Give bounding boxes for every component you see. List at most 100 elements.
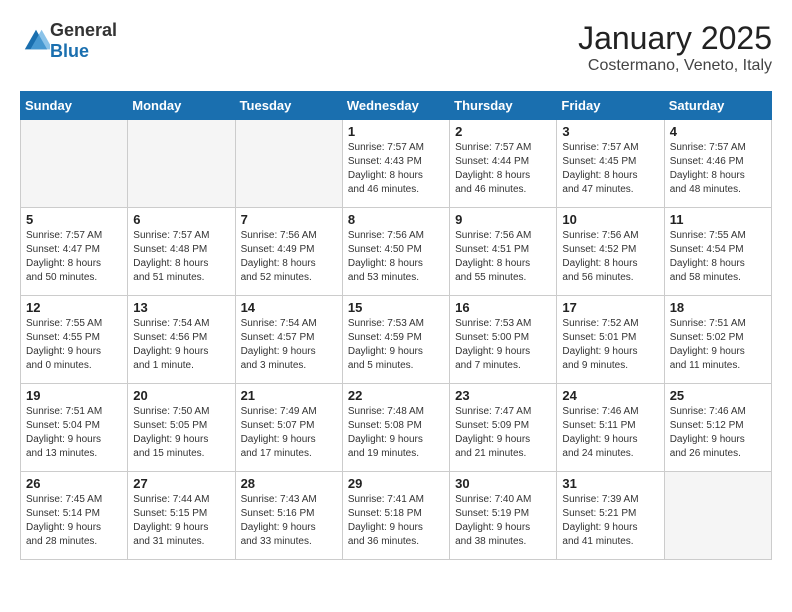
calendar-cell: 1 Sunrise: 7:57 AM Sunset: 4:43 PM Daylig… (342, 120, 449, 208)
day-info: Sunrise: 7:57 AM Sunset: 4:47 PM Dayligh… (26, 229, 122, 285)
logo-general: General (50, 20, 117, 40)
day-number: 1 (348, 124, 444, 139)
day-number: 4 (670, 124, 766, 139)
day-info: Sunrise: 7:55 AM Sunset: 4:55 PM Dayligh… (26, 317, 122, 373)
location-title: Costermano, Veneto, Italy (578, 57, 772, 75)
day-number: 5 (26, 212, 122, 227)
day-info: Sunrise: 7:50 AM Sunset: 5:05 PM Dayligh… (133, 405, 229, 461)
day-number: 13 (133, 300, 229, 315)
day-info: Sunrise: 7:55 AM Sunset: 4:54 PM Dayligh… (670, 229, 766, 285)
day-number: 6 (133, 212, 229, 227)
calendar-week-1: 5 Sunrise: 7:57 AM Sunset: 4:47 PM Daylig… (21, 208, 772, 296)
day-number: 30 (455, 476, 551, 491)
calendar-cell: 17Sunrise: 7:52 AM Sunset: 5:01 PM Dayli… (557, 296, 664, 384)
day-number: 3 (562, 124, 658, 139)
day-number: 20 (133, 388, 229, 403)
day-number: 14 (241, 300, 337, 315)
day-info: Sunrise: 7:48 AM Sunset: 5:08 PM Dayligh… (348, 405, 444, 461)
day-info: Sunrise: 7:40 AM Sunset: 5:19 PM Dayligh… (455, 493, 551, 549)
logo-blue: Blue (50, 41, 89, 61)
day-info: Sunrise: 7:43 AM Sunset: 5:16 PM Dayligh… (241, 493, 337, 549)
calendar-week-4: 26Sunrise: 7:45 AM Sunset: 5:14 PM Dayli… (21, 472, 772, 560)
title-block: January 2025 Costermano, Veneto, Italy (578, 20, 772, 75)
weekday-header-row: SundayMondayTuesdayWednesdayThursdayFrid… (21, 92, 772, 120)
day-number: 19 (26, 388, 122, 403)
weekday-header-thursday: Thursday (450, 92, 557, 120)
day-number: 12 (26, 300, 122, 315)
calendar-cell: 24 Sunrise: 7:46 AM Sunset: 5:11 PM Dayli… (557, 384, 664, 472)
day-info: Sunrise: 7:49 AM Sunset: 5:07 PM Dayligh… (241, 405, 337, 461)
weekday-header-saturday: Saturday (664, 92, 771, 120)
calendar-cell (128, 120, 235, 208)
calendar-week-2: 12 Sunrise: 7:55 AM Sunset: 4:55 PM Dayli… (21, 296, 772, 384)
day-number: 25 (670, 388, 766, 403)
day-number: 21 (241, 388, 337, 403)
calendar-cell (235, 120, 342, 208)
calendar-cell: 27 Sunrise: 7:44 AM Sunset: 5:15 PM Dayli… (128, 472, 235, 560)
calendar-week-0: 1 Sunrise: 7:57 AM Sunset: 4:43 PM Daylig… (21, 120, 772, 208)
weekday-header-sunday: Sunday (21, 92, 128, 120)
day-number: 27 (133, 476, 229, 491)
calendar-cell: 26Sunrise: 7:45 AM Sunset: 5:14 PM Dayli… (21, 472, 128, 560)
day-info: Sunrise: 7:53 AM Sunset: 5:00 PM Dayligh… (455, 317, 551, 373)
calendar-cell: 29Sunrise: 7:41 AM Sunset: 5:18 PM Dayli… (342, 472, 449, 560)
day-number: 15 (348, 300, 444, 315)
calendar-cell: 7Sunrise: 7:56 AM Sunset: 4:49 PM Daylig… (235, 208, 342, 296)
day-number: 31 (562, 476, 658, 491)
day-number: 23 (455, 388, 551, 403)
day-info: Sunrise: 7:46 AM Sunset: 5:12 PM Dayligh… (670, 405, 766, 461)
calendar-cell: 21 Sunrise: 7:49 AM Sunset: 5:07 PM Dayli… (235, 384, 342, 472)
day-number: 26 (26, 476, 122, 491)
calendar-cell: 18 Sunrise: 7:51 AM Sunset: 5:02 PM Dayli… (664, 296, 771, 384)
day-info: Sunrise: 7:57 AM Sunset: 4:48 PM Dayligh… (133, 229, 229, 285)
day-number: 9 (455, 212, 551, 227)
calendar-cell: 25 Sunrise: 7:46 AM Sunset: 5:12 PM Dayli… (664, 384, 771, 472)
day-info: Sunrise: 7:54 AM Sunset: 4:57 PM Dayligh… (241, 317, 337, 373)
day-info: Sunrise: 7:51 AM Sunset: 5:02 PM Dayligh… (670, 317, 766, 373)
calendar-cell: 14 Sunrise: 7:54 AM Sunset: 4:57 PM Dayli… (235, 296, 342, 384)
day-info: Sunrise: 7:56 AM Sunset: 4:50 PM Dayligh… (348, 229, 444, 285)
calendar-cell: 15 Sunrise: 7:53 AM Sunset: 4:59 PM Dayli… (342, 296, 449, 384)
day-number: 18 (670, 300, 766, 315)
calendar-cell: 13Sunrise: 7:54 AM Sunset: 4:56 PM Dayli… (128, 296, 235, 384)
calendar-cell: 9 Sunrise: 7:56 AM Sunset: 4:51 PM Daylig… (450, 208, 557, 296)
day-info: Sunrise: 7:57 AM Sunset: 4:43 PM Dayligh… (348, 141, 444, 197)
day-info: Sunrise: 7:46 AM Sunset: 5:11 PM Dayligh… (562, 405, 658, 461)
day-info: Sunrise: 7:53 AM Sunset: 4:59 PM Dayligh… (348, 317, 444, 373)
day-number: 10 (562, 212, 658, 227)
calendar-cell: 3Sunrise: 7:57 AM Sunset: 4:45 PM Daylig… (557, 120, 664, 208)
weekday-header-wednesday: Wednesday (342, 92, 449, 120)
day-info: Sunrise: 7:41 AM Sunset: 5:18 PM Dayligh… (348, 493, 444, 549)
calendar-cell: 31 Sunrise: 7:39 AM Sunset: 5:21 PM Dayli… (557, 472, 664, 560)
calendar-cell: 23 Sunrise: 7:47 AM Sunset: 5:09 PM Dayli… (450, 384, 557, 472)
month-title: January 2025 (578, 20, 772, 57)
day-number: 28 (241, 476, 337, 491)
day-info: Sunrise: 7:44 AM Sunset: 5:15 PM Dayligh… (133, 493, 229, 549)
calendar-cell: 8 Sunrise: 7:56 AM Sunset: 4:50 PM Daylig… (342, 208, 449, 296)
weekday-header-friday: Friday (557, 92, 664, 120)
calendar-cell: 4 Sunrise: 7:57 AM Sunset: 4:46 PM Daylig… (664, 120, 771, 208)
calendar-cell: 20 Sunrise: 7:50 AM Sunset: 5:05 PM Dayli… (128, 384, 235, 472)
calendar-cell: 28 Sunrise: 7:43 AM Sunset: 5:16 PM Dayli… (235, 472, 342, 560)
day-info: Sunrise: 7:56 AM Sunset: 4:52 PM Dayligh… (562, 229, 658, 285)
day-number: 24 (562, 388, 658, 403)
day-info: Sunrise: 7:57 AM Sunset: 4:44 PM Dayligh… (455, 141, 551, 197)
weekday-header-tuesday: Tuesday (235, 92, 342, 120)
day-number: 8 (348, 212, 444, 227)
calendar-cell: 2 Sunrise: 7:57 AM Sunset: 4:44 PM Daylig… (450, 120, 557, 208)
day-info: Sunrise: 7:56 AM Sunset: 4:51 PM Dayligh… (455, 229, 551, 285)
calendar-cell: 5 Sunrise: 7:57 AM Sunset: 4:47 PM Daylig… (21, 208, 128, 296)
page-header: General Blue January 2025 Costermano, Ve… (20, 20, 772, 75)
day-info: Sunrise: 7:39 AM Sunset: 5:21 PM Dayligh… (562, 493, 658, 549)
calendar-cell: 19Sunrise: 7:51 AM Sunset: 5:04 PM Dayli… (21, 384, 128, 472)
day-number: 17 (562, 300, 658, 315)
calendar-cell: 6 Sunrise: 7:57 AM Sunset: 4:48 PM Daylig… (128, 208, 235, 296)
day-info: Sunrise: 7:57 AM Sunset: 4:46 PM Dayligh… (670, 141, 766, 197)
day-number: 2 (455, 124, 551, 139)
calendar-cell: 11Sunrise: 7:55 AM Sunset: 4:54 PM Dayli… (664, 208, 771, 296)
day-info: Sunrise: 7:47 AM Sunset: 5:09 PM Dayligh… (455, 405, 551, 461)
calendar-cell (664, 472, 771, 560)
day-info: Sunrise: 7:56 AM Sunset: 4:49 PM Dayligh… (241, 229, 337, 285)
calendar-cell: 22Sunrise: 7:48 AM Sunset: 5:08 PM Dayli… (342, 384, 449, 472)
logo-icon (22, 27, 50, 55)
